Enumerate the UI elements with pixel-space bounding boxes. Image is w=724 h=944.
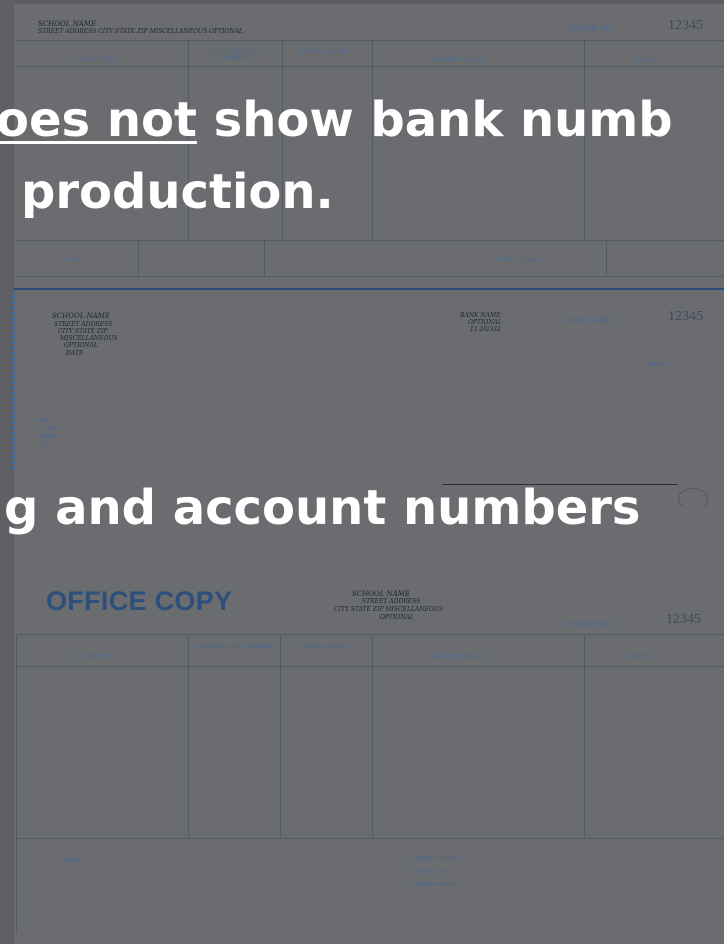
office-header-description: DESCRIPTION [74,654,112,660]
stub-address: STREET ADDRESS CITY STATE ZIP MISCELLANE… [38,28,243,35]
check-pay-label-2: TO THE [38,426,58,432]
stub-header-amount: AMOUNT [634,57,658,63]
office-header-account: ACCOUNT NUMBER [432,654,484,660]
check-number: 12345 [668,309,703,324]
check-school-name: SCHOOL NAME [52,312,111,320]
office-payee-label: PAYEE [64,858,82,864]
stub-footer-top-rule [16,240,724,241]
stub-footer-divider [606,240,607,276]
office-address-line-1: STREET ADDRESS [362,598,421,605]
overlay-caption-line-1: oes not show bank numb [0,92,673,148]
overlay-caption-line-1-rest: show bank numb [196,92,673,148]
office-header-invoice: INVOICE NUMBER [302,644,350,650]
paper-top-edge [0,0,724,4]
office-footer-check-amount: CHECK AMOUNT [414,882,458,888]
seal-icon [678,488,708,510]
stub-footer-divider [264,240,265,276]
office-header-bottom-rule [16,666,724,667]
office-footer-check-number: CHECK NUMBER [414,856,459,862]
office-check-no-label: CHECK NO. [566,620,613,629]
office-col-divider [584,634,585,838]
check-bank-routing: 11-26/332 [470,326,501,333]
office-address-line-2: CITY STATE ZIP MISCELLANEOUS [334,606,444,613]
office-col-divider [280,634,281,838]
stub-header-bottom-rule [16,66,724,67]
office-copy-title: OFFICE COPY [46,586,233,616]
check-top-border [14,288,724,290]
stub-school-name: SCHOOL NAME [38,20,97,28]
check-check-no-label: CHECK NO. [568,316,615,325]
office-col-divider [188,634,189,838]
office-footer-rule [16,838,724,839]
office-address-line-3: OPTIONAL [380,614,414,621]
check-address-line-4: OPTIONAL [64,342,98,349]
stub-header-top-rule [16,40,724,41]
stub-check-no-label: CHECK NO. [568,24,615,33]
check-amount-label: AMOUNT [648,362,672,368]
office-left-border [16,634,17,934]
office-school-name: SCHOOL NAME [352,590,411,598]
overlay-caption-line-2: production. [21,164,334,220]
check-security-border [12,292,15,472]
stub-footer-divider [138,240,139,276]
stub-header-account: ACCOUNT NUMBER [432,57,484,63]
office-check-number: 12345 [666,612,701,627]
office-footer-check-date: CHECK DATE [414,869,449,875]
office-header-top-rule [16,634,724,635]
stub-header-description: DESCRIPTION [78,57,116,63]
check-pay-label-3: ORDER [38,434,58,440]
stub-footer-bottom-rule [16,276,724,277]
office-header-amount: AMOUNT [630,654,654,660]
office-col-divider [372,634,373,838]
overlay-caption-underlined: oes not [0,92,197,148]
check-pay-label-1: PAY [38,418,49,424]
stub-header-invoice: INVOICE NUMBER [300,49,348,55]
check-pay-label-4: OF [40,442,48,448]
overlay-caption-line-3: g and account numbers [4,480,641,536]
stub-check-number: 12345 [668,18,703,33]
check-date-label: DATE [66,350,84,357]
office-header-po: PURCHASE ORDER NUMBER [194,644,272,650]
stub-date-label: DATE [66,257,81,263]
stub-check-number-label: CHECK NUMBER [498,257,543,263]
stub-header-po: PURCHASE ORDER NUMBERS [209,49,261,61]
